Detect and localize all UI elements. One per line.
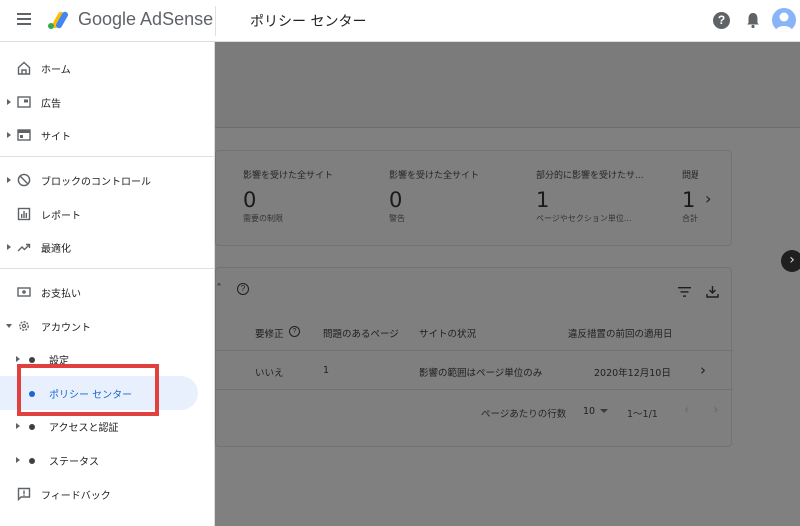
cell-date: 2020年12月10日 (594, 368, 671, 379)
sites-table-card: ˆ ? 要修正 ? 問題のあるページ サイトの状況 違反措置の前回の適用日 いい… (215, 267, 733, 447)
cell-fix: いいえ (255, 368, 284, 379)
menu-icon[interactable] (17, 13, 31, 25)
report-icon (17, 207, 31, 221)
filter-icon[interactable] (678, 287, 691, 297)
column-header[interactable]: 問題のあるページ (323, 326, 399, 340)
stat-sub: 需要の制限 (243, 214, 283, 223)
divider (216, 389, 733, 390)
column-header[interactable]: 要修正 (255, 326, 284, 340)
stat-value: 0 (243, 188, 257, 212)
sidebar-item-ads[interactable]: 広告 (0, 85, 215, 119)
stat-card[interactable]: 部分的に影響を受けたサ... 1 ページやセクション単位... (536, 168, 666, 224)
feedback-icon (17, 487, 31, 501)
sidebar-item-label: ブロックのコントロール (41, 177, 151, 188)
chevron-right-icon[interactable]: › (700, 361, 706, 379)
sidebar-item-label: アカウント (41, 323, 91, 334)
expand-arrow-icon[interactable] (7, 99, 11, 105)
expand-arrow-icon[interactable] (16, 423, 20, 429)
sidebar-item-label: フィードバック (41, 491, 111, 502)
dot-icon (29, 424, 35, 430)
sidebar-item-label: アクセスと認証 (49, 423, 119, 434)
rows-per-page-select[interactable]: 10 (583, 406, 595, 417)
column-header[interactable]: 違反措置の前回の適用日 (568, 326, 673, 340)
sidebar-item-payments[interactable]: お支払い (0, 275, 215, 309)
stat-label: 影響を受けた全サイト (389, 171, 480, 181)
stat-sub: 合計 (682, 214, 698, 223)
main-content-scrim: 影響を受けた全サイト 0 需要の制限 影響を受けた全サイト 0 警告 部分的に影… (215, 42, 800, 526)
stat-value: 0 (389, 188, 403, 212)
sidebar-item-label: サイト (41, 132, 71, 143)
chevron-right-icon[interactable]: › (705, 189, 711, 208)
sidebar-item-optimization[interactable]: 最適化 (0, 230, 215, 264)
chevron-icon: ˆ (216, 282, 222, 296)
divider (0, 268, 215, 269)
avatar[interactable] (772, 8, 796, 32)
stat-value: 1 (682, 188, 696, 212)
highlight-annotation (17, 364, 159, 416)
dropdown-caret-icon[interactable] (600, 409, 608, 413)
stat-sub: ページやセクション単位... (536, 214, 632, 223)
dot-icon (29, 458, 35, 464)
rows-per-page-label: ページあたりの行数 (481, 409, 567, 420)
divider (216, 350, 733, 351)
expand-arrow-icon[interactable] (7, 132, 11, 138)
expand-arrow-icon[interactable] (16, 457, 20, 463)
prev-page-icon[interactable]: ‹ (684, 402, 690, 418)
user-icon (775, 12, 793, 32)
summary-card: 影響を受けた全サイト 0 需要の制限 影響を受けた全サイト 0 警告 部分的に影… (215, 150, 732, 246)
stat-card[interactable]: 影響を受けた全サイト 0 需要の制限 (243, 168, 373, 224)
home-icon (17, 61, 31, 75)
stat-label: 影響を受けた全サイト (243, 171, 334, 181)
sidebar-item-label: 広告 (41, 99, 61, 110)
expand-arrow-icon[interactable] (16, 356, 20, 362)
brand-name: Google AdSense (78, 9, 214, 29)
divider (215, 6, 216, 36)
column-header[interactable]: サイトの状況 (419, 326, 476, 340)
sidebar-item-reports[interactable]: レポート (0, 197, 215, 231)
dot-icon (29, 357, 35, 363)
help-icon[interactable]: ? (713, 12, 730, 29)
page-title: ポリシー センター (250, 14, 367, 30)
bell-icon[interactable] (745, 11, 761, 29)
sites-icon (17, 129, 31, 141)
collapse-arrow-icon[interactable] (6, 324, 12, 328)
top-app-bar: Google AdSense ポリシー センター ? (0, 0, 800, 42)
navigation-drawer: ホーム 広告 サイト ブロックのコントロール レポート 最適化 お支払い アカウ… (0, 42, 215, 526)
sidebar-item-label: お支払い (41, 289, 81, 300)
cell-status: 影響の範囲はページ単位のみ (419, 368, 543, 379)
sidebar-item-home[interactable]: ホーム (0, 51, 215, 85)
stat-label: 問題のあるペ (682, 171, 698, 181)
sidebar-item-sites[interactable]: サイト (0, 118, 215, 152)
adsense-logo-icon (48, 11, 68, 29)
header-band (215, 42, 800, 128)
divider (0, 156, 215, 157)
stat-label: 部分的に影響を受けたサ... (536, 171, 644, 181)
sidebar-item-label: 最適化 (41, 244, 71, 255)
block-icon (17, 173, 31, 187)
help-circle-icon[interactable]: ? (237, 283, 249, 295)
trending-up-icon (17, 243, 31, 252)
payments-icon (17, 287, 31, 297)
stat-value: 1 (536, 188, 550, 212)
help-circle-icon[interactable]: ? (289, 326, 300, 337)
pagination-range: 1〜1/1 (627, 409, 658, 420)
sidebar-item-status[interactable]: ステータス (0, 443, 215, 477)
sidebar-item-label: ホーム (41, 65, 71, 76)
next-page-icon[interactable]: › (713, 402, 719, 418)
expand-arrow-icon[interactable] (7, 244, 11, 250)
sidebar-item-label: レポート (41, 211, 81, 222)
sidebar-item-feedback[interactable]: フィードバック (0, 477, 215, 511)
gear-icon (19, 321, 29, 331)
stat-card[interactable]: 問題のあるペ 1 合計 (682, 168, 698, 224)
cell-pages: 1 (323, 365, 330, 376)
next-arrow-icon[interactable]: › (781, 250, 800, 272)
sidebar-item-blocking-controls[interactable]: ブロックのコントロール (0, 163, 215, 197)
stat-card[interactable]: 影響を受けた全サイト 0 警告 (389, 168, 519, 224)
download-icon[interactable] (706, 285, 719, 298)
expand-arrow-icon[interactable] (7, 177, 11, 183)
sidebar-item-label: ステータス (49, 457, 99, 468)
ads-icon (17, 96, 31, 108)
sidebar-item-account[interactable]: アカウント (0, 309, 215, 343)
stat-sub: 警告 (389, 214, 405, 223)
